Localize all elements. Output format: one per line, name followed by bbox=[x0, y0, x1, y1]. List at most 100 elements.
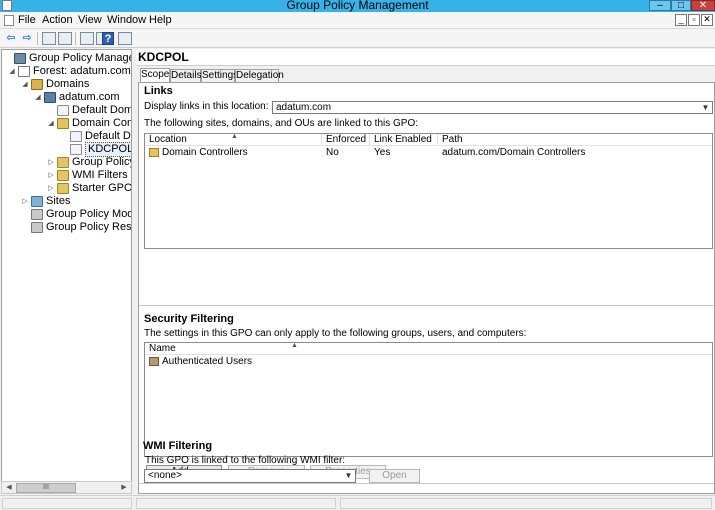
expand-icon[interactable]: ▷ bbox=[47, 182, 55, 195]
scroll-thumb[interactable]: III bbox=[16, 483, 76, 493]
help-icon[interactable]: ? bbox=[102, 32, 114, 45]
links-heading: Links bbox=[144, 85, 173, 97]
tree-item-adatum-com[interactable]: ◢ adatum.com bbox=[34, 91, 120, 104]
tree-item-group-policy-management[interactable]: Group Policy Management bbox=[4, 52, 131, 65]
expand-icon[interactable]: ▷ bbox=[47, 156, 55, 169]
tree-item-group-policy-modeling[interactable]: Group Policy Modeling bbox=[21, 208, 131, 221]
column-location[interactable]: Location ▲ bbox=[145, 133, 322, 146]
status-bar bbox=[0, 495, 715, 510]
status-cell bbox=[2, 498, 132, 509]
mdi-minimize-button[interactable]: _ bbox=[675, 14, 687, 26]
display-links-label: Display links in this location: bbox=[144, 101, 269, 112]
links-list[interactable]: Location ▲ Enforced Link Enabled Path Do… bbox=[144, 133, 713, 249]
mdi-close-button[interactable]: ✕ bbox=[701, 14, 713, 26]
section-divider bbox=[139, 305, 714, 306]
menu-view[interactable]: View bbox=[78, 14, 102, 27]
mdi-controls: _ ▫ ✕ bbox=[675, 14, 713, 27]
scope-tab-content: Links Display links in this location: ad… bbox=[138, 82, 715, 494]
column-name[interactable]: Name ▲ bbox=[145, 342, 714, 355]
domains-icon bbox=[31, 79, 43, 90]
scroll-left-icon[interactable]: ◀ bbox=[3, 483, 15, 493]
tree-item-wmi-filters[interactable]: ▷ WMI Filters bbox=[47, 169, 128, 182]
minimize-button[interactable]: – bbox=[649, 0, 671, 11]
results-icon bbox=[31, 222, 43, 233]
tree-item-domain-controllers[interactable]: ◢ Domain Controllers bbox=[47, 117, 131, 130]
mmc-document-icon[interactable] bbox=[4, 15, 14, 26]
column-path[interactable]: Path bbox=[438, 134, 714, 146]
wmi-filtering-caption: This GPO is linked to the following WMI … bbox=[145, 455, 346, 466]
tab-settings[interactable]: Settings bbox=[201, 69, 238, 82]
gpo-link-icon bbox=[70, 144, 82, 155]
collapse-icon[interactable]: ◢ bbox=[8, 65, 16, 78]
expand-icon[interactable]: ▷ bbox=[21, 195, 29, 208]
tree-item-starter-gpos[interactable]: ▷ Starter GPOs bbox=[47, 182, 131, 195]
wmi-filter-select[interactable]: <none> ▼ bbox=[144, 469, 356, 483]
tree-item-sites[interactable]: ▷ Sites bbox=[21, 195, 70, 208]
security-filtering-heading: Security Filtering bbox=[144, 313, 234, 325]
menu-help[interactable]: Help bbox=[149, 14, 172, 27]
security-list-header: Name ▲ bbox=[145, 342, 714, 355]
toolbar: ⇦ ⇨ ? bbox=[0, 29, 715, 48]
menu-action[interactable]: Action bbox=[42, 14, 73, 27]
location-select[interactable]: adatum.com ▼ bbox=[272, 101, 713, 114]
security-list[interactable]: Name ▲ Authenticated Users bbox=[144, 342, 713, 457]
security-filtering-caption: The settings in this GPO can only apply … bbox=[144, 328, 527, 339]
expand-icon[interactable]: ▷ bbox=[47, 169, 55, 182]
ou-icon bbox=[149, 147, 159, 157]
collapse-icon[interactable]: ◢ bbox=[34, 91, 42, 104]
console-tree[interactable]: Group Policy Management ◢ Forest: adatum… bbox=[1, 49, 132, 494]
scroll-right-icon[interactable]: ▶ bbox=[118, 483, 130, 493]
show-hide-tree-icon[interactable] bbox=[58, 32, 72, 45]
gpm-icon bbox=[14, 53, 26, 64]
domain-icon bbox=[44, 92, 56, 103]
window-title: Group Policy Management bbox=[286, 0, 429, 12]
folder-icon bbox=[57, 170, 69, 181]
toolbar-separator bbox=[37, 32, 38, 45]
column-enforced[interactable]: Enforced bbox=[322, 134, 370, 146]
details-header: KDCPOL bbox=[136, 49, 715, 66]
links-list-header: Location ▲ Enforced Link Enabled Path bbox=[145, 133, 714, 146]
refresh-icon[interactable] bbox=[80, 32, 94, 45]
links-list-caption: The following sites, domains, and OUs ar… bbox=[144, 118, 419, 129]
open-wmi-filter-button[interactable]: Open bbox=[369, 469, 420, 483]
up-folder-icon[interactable] bbox=[42, 32, 56, 45]
table-row[interactable]: Authenticated Users bbox=[145, 356, 712, 368]
chevron-down-icon: ▼ bbox=[344, 471, 353, 480]
mdi-restore-button[interactable]: ▫ bbox=[688, 14, 700, 26]
details-pane: KDCPOL Scope Details Settings Delegation… bbox=[136, 49, 715, 494]
status-cell bbox=[340, 498, 712, 509]
gpo-title: KDCPOL bbox=[138, 50, 189, 64]
collapse-icon[interactable]: ◢ bbox=[47, 117, 55, 130]
column-link-enabled[interactable]: Link Enabled bbox=[370, 134, 438, 146]
ou-icon bbox=[57, 118, 69, 129]
menu-file[interactable]: File bbox=[18, 14, 36, 27]
chevron-down-icon: ▼ bbox=[701, 103, 710, 112]
users-group-icon bbox=[149, 356, 159, 366]
toolbar-separator bbox=[75, 32, 76, 45]
table-row[interactable]: Domain Controllers No Yes adatum.com/Dom… bbox=[145, 147, 712, 159]
tree-item-group-policy-objects[interactable]: ▷ Group Policy Objects bbox=[47, 156, 131, 169]
collapse-icon[interactable]: ◢ bbox=[21, 78, 29, 91]
close-button[interactable]: ✕ bbox=[691, 0, 715, 11]
tree-item-domains[interactable]: ◢ Domains bbox=[21, 78, 89, 91]
folder-icon bbox=[57, 157, 69, 168]
tree-item-forest[interactable]: ◢ Forest: adatum.com bbox=[8, 65, 131, 78]
tree-horizontal-scrollbar[interactable]: ◀ III ▶ bbox=[1, 481, 132, 494]
back-arrow-icon[interactable]: ⇦ bbox=[4, 32, 18, 45]
forest-icon bbox=[18, 66, 30, 77]
tab-delegation[interactable]: Delegation bbox=[235, 69, 284, 82]
forward-arrow-icon[interactable]: ⇨ bbox=[20, 32, 34, 45]
folder-icon bbox=[57, 183, 69, 194]
tree-item-group-policy-results[interactable]: Group Policy Results bbox=[21, 221, 131, 234]
properties-pane-icon[interactable] bbox=[118, 32, 132, 45]
tab-details[interactable]: Details bbox=[170, 69, 202, 82]
menu-window[interactable]: Window bbox=[107, 14, 146, 27]
sites-icon bbox=[31, 196, 43, 207]
tab-scope[interactable]: Scope bbox=[140, 68, 170, 82]
tree-item-default-domain-policy[interactable]: Default Domain Policy bbox=[47, 104, 131, 117]
tree-item-kdcpol[interactable]: KDCPOL bbox=[60, 142, 131, 157]
maximize-button[interactable]: □ bbox=[671, 0, 691, 11]
menu-bar: File Action View Window Help _ ▫ ✕ bbox=[0, 12, 715, 29]
gpo-link-icon bbox=[57, 105, 69, 116]
title-bar: Group Policy Management – □ ✕ bbox=[0, 0, 715, 12]
